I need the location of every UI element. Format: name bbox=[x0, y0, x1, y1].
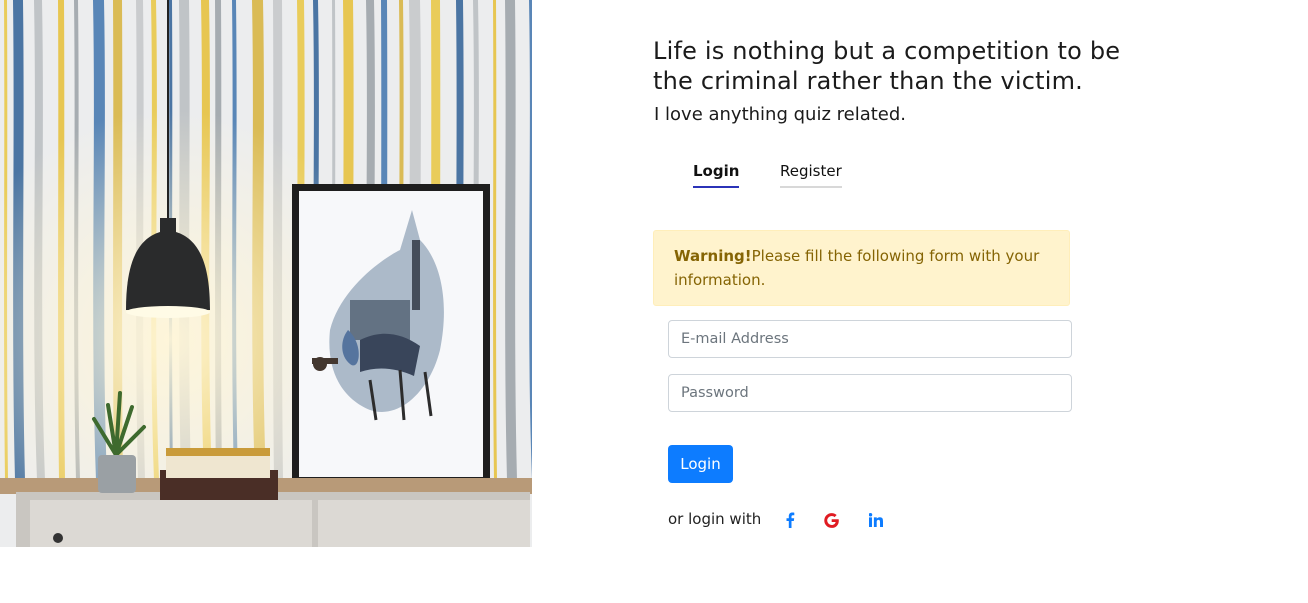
password-input[interactable] bbox=[668, 374, 1072, 412]
warning-alert: Warning!Please fill the following form w… bbox=[653, 230, 1070, 306]
facebook-icon[interactable] bbox=[778, 508, 802, 532]
email-input[interactable] bbox=[668, 320, 1072, 358]
google-icon[interactable] bbox=[819, 508, 843, 532]
linkedin-icon[interactable] bbox=[864, 508, 888, 532]
page-tagline: I love anything quiz related. bbox=[654, 104, 906, 125]
social-login-label: or login with bbox=[668, 510, 762, 528]
tab-register[interactable]: Register bbox=[780, 160, 842, 188]
login-button[interactable]: Login bbox=[668, 445, 733, 483]
tab-login[interactable]: Login bbox=[693, 160, 740, 188]
alert-title: Warning! bbox=[674, 247, 752, 265]
hero-illustration bbox=[0, 0, 532, 547]
page-headline: Life is nothing but a competition to be … bbox=[653, 37, 1121, 95]
